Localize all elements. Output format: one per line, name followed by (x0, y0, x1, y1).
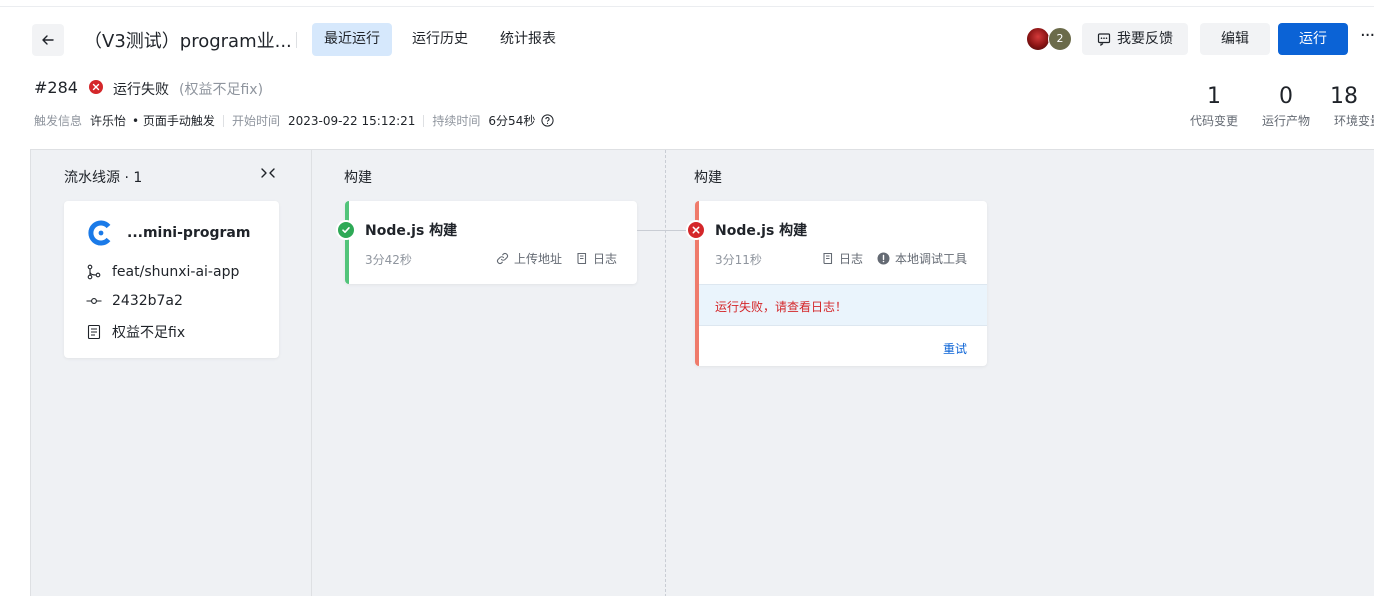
job-card[interactable]: Node.js 构建 3分11秒 日志 本地调试工具 运行失败，请查看日志！ 重… (695, 201, 987, 366)
meta-separator (222, 114, 224, 127)
feedback-button[interactable]: 我要反馈 (1082, 23, 1188, 55)
top-divider (0, 6, 1374, 7)
local-debug-link[interactable]: 本地调试工具 (877, 250, 967, 267)
trigger-label: 触发信息 (34, 114, 83, 128)
fail-x-icon (686, 220, 706, 240)
pipeline-canvas: 流水线源 · 1 ...mini-program feat/shunxi-ai-… (30, 149, 1374, 596)
job-duration: 3分42秒 (365, 253, 412, 267)
start-time: 2023-09-22 15:12:21 (287, 113, 416, 128)
run-meta: 触发信息 许乐怡 • 页面手动触发 开始时间 2023-09-22 15:12:… (34, 112, 554, 129)
error-message: 运行失败，请查看日志！ (715, 300, 848, 314)
fail-status-icon (89, 80, 103, 94)
stat-value: 1 (1207, 84, 1221, 109)
repo-name: ...mini-program (127, 225, 251, 241)
document-icon (87, 324, 101, 340)
stage-divider (665, 150, 666, 596)
arrow-left-icon (42, 35, 54, 45)
branch-icon (87, 264, 101, 280)
commit-row: 2432b7a2 (86, 293, 183, 309)
stat-env-vars[interactable]: 18 环境变量 (1328, 84, 1374, 129)
job-name: Node.js 构建 (365, 223, 458, 239)
header: （V3测试）program业... 最近运行 运行历史 统计报表 2 我要反馈 … (32, 23, 1374, 57)
edit-button[interactable]: 编辑 (1200, 23, 1270, 55)
retry-button[interactable]: 重试 (943, 340, 967, 357)
job-actions: 上传地址 日志 (496, 250, 617, 267)
title-divider (296, 32, 297, 48)
message-icon (1097, 33, 1111, 46)
run-number: #284 (34, 78, 78, 97)
link-icon (496, 252, 508, 265)
stage-title: 构建 (344, 170, 372, 186)
info-circle-icon (877, 252, 890, 265)
job-name: Node.js 构建 (715, 223, 808, 239)
book-icon (577, 252, 587, 265)
job-duration: 3分11秒 (715, 253, 762, 267)
success-check-icon (336, 220, 356, 240)
duration-label: 持续时间 (432, 114, 481, 128)
stat-label: 环境变量 (1334, 114, 1374, 128)
log-link[interactable]: 日志 (822, 250, 863, 267)
job-card[interactable]: Node.js 构建 3分42秒 上传地址 日志 (345, 201, 637, 284)
run-status: 运行失败 (113, 82, 169, 98)
stat-value: 18 (1330, 84, 1358, 109)
trigger-type: • 页面手动触发 (132, 114, 215, 128)
run-button[interactable]: 运行 (1278, 23, 1348, 55)
source-card[interactable]: ...mini-program feat/shunxi-ai-app 2432b… (64, 201, 279, 358)
upload-url-label: 上传地址 (513, 252, 562, 266)
book-icon (823, 252, 833, 265)
trigger-user[interactable]: 许乐怡 (90, 112, 126, 129)
status-bar (345, 201, 349, 284)
stat-label: 运行产物 (1261, 114, 1310, 128)
duration: 6分54秒 (488, 114, 536, 128)
message-row: 权益不足fix (86, 322, 185, 342)
stat-label: 代码变更 (1189, 114, 1238, 128)
meta-separator (423, 114, 425, 127)
tab-statistics[interactable]: 统计报表 (488, 23, 568, 56)
log-label: 日志 (592, 252, 617, 266)
avatar-count[interactable]: 2 (1048, 27, 1072, 51)
branch-name: feat/shunxi-ai-app (112, 264, 240, 280)
avatar[interactable] (1026, 27, 1050, 51)
log-link[interactable]: 日志 (576, 250, 617, 267)
feedback-label: 我要反馈 (1117, 31, 1173, 47)
start-time-label: 开始时间 (231, 114, 280, 128)
help-circle-icon[interactable] (541, 114, 554, 127)
branch-row: feat/shunxi-ai-app (86, 264, 239, 280)
page-title: （V3测试）program业... (84, 31, 292, 52)
stat-value: 0 (1279, 84, 1293, 109)
stat-code-changes[interactable]: 1 代码变更 (1184, 84, 1244, 129)
job-actions: 日志 本地调试工具 (822, 250, 967, 267)
run-reason: (权益不足fix) (179, 82, 264, 98)
tab-run-history[interactable]: 运行历史 (400, 23, 480, 56)
tab-recent-runs[interactable]: 最近运行 (312, 23, 392, 56)
commit-hash: 2432b7a2 (112, 293, 183, 309)
stage-title: 构建 (694, 170, 722, 186)
stat-artifacts[interactable]: 0 运行产物 (1256, 84, 1316, 129)
column-divider (311, 150, 312, 596)
pipeline-run-page: （V3测试）program业... 最近运行 运行历史 统计报表 2 我要反馈 … (0, 0, 1374, 596)
upload-url-link[interactable]: 上传地址 (496, 250, 562, 267)
back-button[interactable] (32, 24, 64, 56)
log-label: 日志 (838, 252, 863, 266)
more-button[interactable]: ··· (1360, 25, 1374, 46)
collapse-icon[interactable] (260, 166, 276, 184)
local-debug-label: 本地调试工具 (894, 252, 967, 266)
repo-logo-icon (88, 220, 111, 246)
commit-message: 权益不足fix (112, 325, 186, 341)
commit-icon (86, 298, 102, 304)
source-column-title: 流水线源 · 1 (64, 170, 143, 186)
error-panel: 运行失败，请查看日志！ (699, 284, 987, 326)
